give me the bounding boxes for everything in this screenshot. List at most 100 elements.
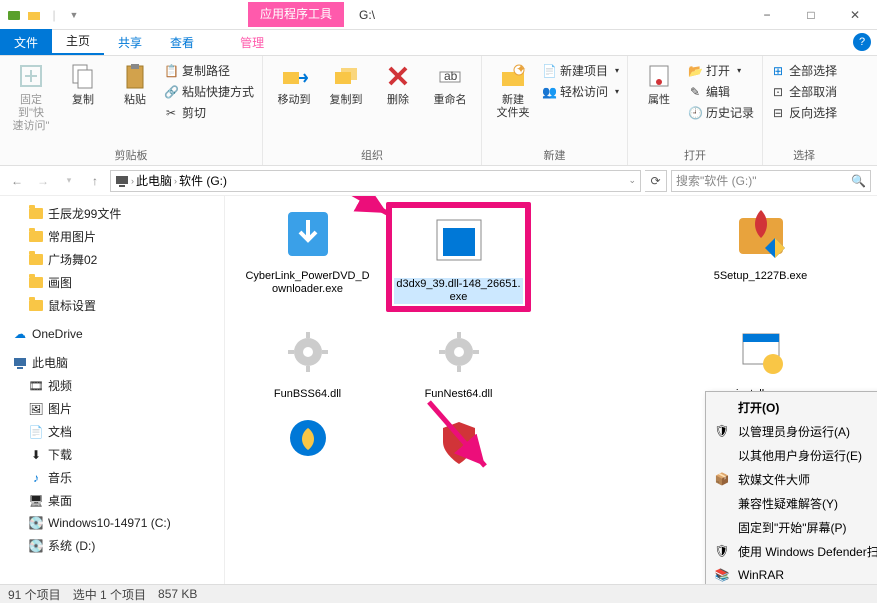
folder-icon [28,252,44,268]
tree-desktop[interactable]: 🖥桌面 [2,489,222,512]
tree-music[interactable]: ♪音乐 [2,466,222,489]
help-button[interactable]: ? [853,33,871,51]
tab-home[interactable]: 主页 [52,27,104,55]
move-icon [278,60,310,92]
file-thumb-setup [729,202,793,266]
tree-onedrive[interactable]: ☁OneDrive [2,323,222,345]
select-none-button[interactable]: ⊡全部取消 [771,83,837,100]
qat-separator: | [46,7,62,23]
group-new-label: 新建 [490,145,619,163]
qat-folder-icon[interactable] [26,7,42,23]
rename-button[interactable]: ab重命名 [427,60,473,107]
pin-button[interactable]: 固定到"快 速访问" [8,60,54,134]
tree-this-pc[interactable]: 此电脑 [2,351,222,374]
cm-run-other[interactable]: 以其他用户身份运行(E) [708,443,877,467]
open-button[interactable]: 📂打开▾ [688,62,754,79]
cm-compat[interactable]: 兼容性疑难解答(Y) [708,491,877,515]
tree-videos[interactable]: 🎞视频 [2,374,222,397]
cm-open[interactable]: 打开(O) [708,395,877,419]
file-name: d3dx9_39.dll-148_26651.exe [394,278,523,304]
tree-folder-item[interactable]: 广场舞02 [2,248,222,271]
tree-folder-item[interactable]: 常用图片 [2,225,222,248]
cm-run-admin[interactable]: 🛡以管理员身份运行(A) [708,419,877,443]
copy-path-button[interactable]: 📋复制路径 [164,62,254,79]
tree-documents[interactable]: 📄文档 [2,420,222,443]
search-placeholder: 搜索"软件 (G:)" [676,172,757,189]
recent-dropdown[interactable]: ▾ [58,170,80,192]
file-item[interactable] [235,410,380,478]
back-button[interactable]: ← [6,170,28,192]
select-none-icon: ⊡ [771,85,785,99]
file-content-area[interactable]: CyberLink_PowerDVD_Downloader.exe d3dx9_… [225,196,877,584]
group-select-label: 选择 [771,145,837,163]
search-icon[interactable]: 🔍 [851,174,866,188]
select-all-button[interactable]: ⊞全部选择 [771,62,837,79]
cm-pin-start[interactable]: 固定到"开始"屏幕(P) [708,515,877,539]
pin-label: 固定到"快 速访问" [8,94,54,134]
tab-view[interactable]: 查看 [156,29,208,55]
refresh-button[interactable]: ⟳ [645,170,667,192]
chevron-right-icon[interactable]: › [174,176,177,186]
move-to-button[interactable]: 移动到 [271,60,317,107]
minimize-button[interactable]: − [745,0,789,30]
copy-button[interactable]: 复制 [60,60,106,107]
file-item[interactable]: FunNest64.dll [386,320,531,401]
file-item[interactable]: CyberLink_PowerDVD_Downloader.exe [235,202,380,312]
tab-manage[interactable]: 管理 [226,29,278,55]
easy-access-icon: 👥 [542,85,556,99]
file-item-selected[interactable]: d3dx9_39.dll-148_26651.exe [386,202,531,312]
pc-icon [12,355,28,371]
new-item-button[interactable]: 📄新建项目▾ [542,62,619,79]
paste-shortcut-button[interactable]: 🔗粘贴快捷方式 [164,83,254,100]
new-folder-icon: ✦ [497,60,529,92]
file-item[interactable] [386,410,531,478]
qat-dropdown-icon[interactable]: ▼ [66,7,82,23]
cut-button[interactable]: ✂剪切 [164,104,254,121]
easy-access-button[interactable]: 👥轻松访问▾ [542,83,619,100]
music-icon: ♪ [28,470,44,486]
maximize-button[interactable]: □ [789,0,833,30]
tree-folder-item[interactable]: 鼠标设置 [2,294,222,317]
tree-folder-item[interactable]: 画图 [2,271,222,294]
properties-button[interactable]: 属性 [636,60,682,107]
file-item[interactable]: FunBSS64.dll [235,320,380,401]
tree-downloads[interactable]: ⬇下载 [2,443,222,466]
up-button[interactable]: ↑ [84,170,106,192]
path-drive[interactable]: 软件 (G:) [179,172,227,189]
tree-folder-item[interactable]: 壬辰龙99文件 [2,202,222,225]
path-this-pc[interactable]: 此电脑 [136,172,172,189]
paste-button[interactable]: 粘贴 [112,60,158,107]
delete-button[interactable]: 删除 [375,60,421,107]
history-icon: 🕘 [688,106,702,120]
cm-defender[interactable]: 🛡使用 Windows Defender扫描... [708,539,877,563]
tab-share[interactable]: 共享 [104,29,156,55]
file-thumb-shield-blue [276,410,340,474]
path-dropdown-icon[interactable]: ⌄ [628,175,636,186]
svg-text:ab: ab [444,69,458,83]
search-input[interactable]: 搜索"软件 (G:)" 🔍 [671,170,871,192]
edit-button[interactable]: ✎编辑 [688,83,754,100]
cm-ruanmei[interactable]: 📦软媒文件大师▶ [708,467,877,491]
paste-label: 粘贴 [124,94,146,107]
file-item[interactable]: 5Setup_1227B.exe [688,202,833,312]
folder-icon [28,206,44,222]
tree-drive-c[interactable]: 💽Windows10-14971 (C:) [2,512,222,534]
history-button[interactable]: 🕘历史记录 [688,104,754,121]
context-menu: 打开(O) 🛡以管理员身份运行(A) 以其他用户身份运行(E) 📦软媒文件大师▶… [705,391,877,584]
new-folder-button[interactable]: ✦新建 文件夹 [490,60,536,120]
path-box[interactable]: › 此电脑 › 软件 (G:) ⌄ [110,170,641,192]
file-thumb-installer [427,210,491,274]
forward-button[interactable]: → [32,170,54,192]
invert-button[interactable]: ⊟反向选择 [771,104,837,121]
folder-icon [28,229,44,245]
status-size: 857 KB [158,587,197,601]
picture-icon: 🖼 [28,401,44,417]
file-item[interactable]: install.exe [688,320,833,401]
tree-drive-d[interactable]: 💽系统 (D:) [2,534,222,557]
chevron-right-icon[interactable]: › [131,176,134,186]
close-button[interactable]: ✕ [833,0,877,30]
tab-file[interactable]: 文件 [0,29,52,55]
copy-to-button[interactable]: 复制到 [323,60,369,107]
cm-winrar[interactable]: 📚WinRAR▶ [708,563,877,584]
tree-pictures[interactable]: 🖼图片 [2,397,222,420]
